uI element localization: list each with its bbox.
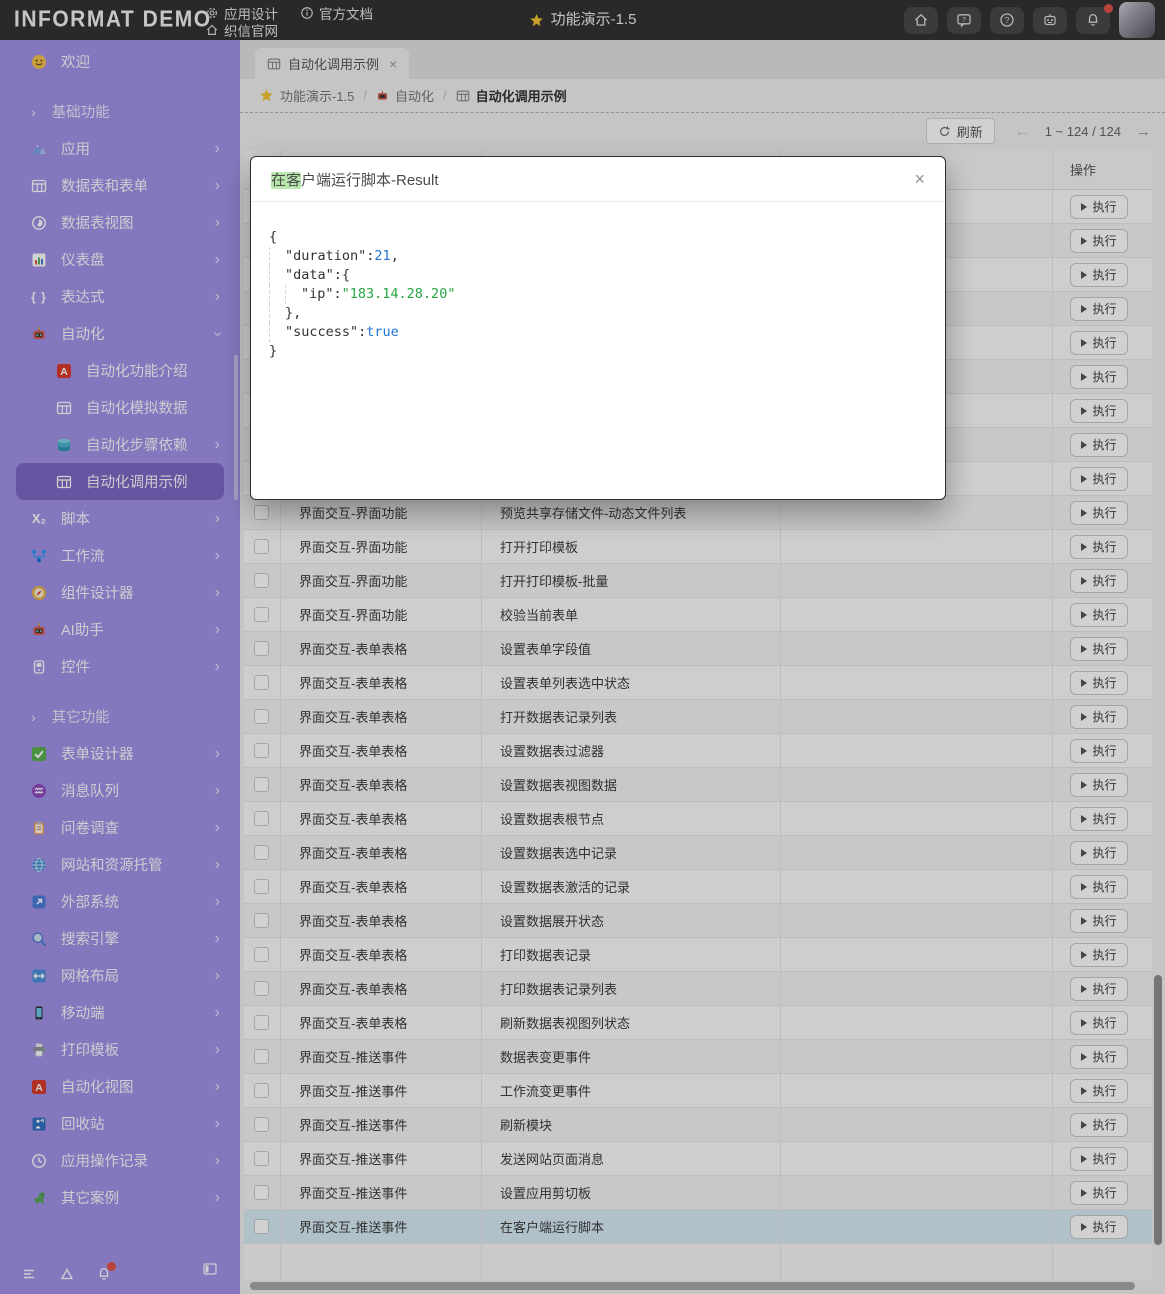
- code-token: {: [342, 267, 350, 283]
- indent-guide: [269, 266, 285, 285]
- code-token: ,: [293, 305, 301, 321]
- indent-guide: [269, 323, 285, 342]
- close-icon[interactable]: ×: [914, 170, 925, 188]
- code-token: "ip": [301, 286, 334, 302]
- code-token: ,: [391, 248, 399, 264]
- code-token: "success": [285, 324, 358, 340]
- code-token: {: [269, 229, 277, 245]
- code-token: "duration": [285, 248, 366, 264]
- highlighted-text: 在客: [271, 172, 301, 189]
- code-token: }: [285, 305, 293, 321]
- indent-guide: [285, 285, 301, 304]
- modal-title: 在客户端运行脚本-Result: [271, 169, 439, 190]
- code-token: :: [334, 286, 342, 302]
- modal-header: 在客户端运行脚本-Result ×: [251, 157, 945, 202]
- code-line: {: [269, 228, 927, 247]
- indent-guide: [269, 285, 285, 304]
- code-line: "data":{: [269, 266, 927, 285]
- code-token: true: [366, 324, 399, 340]
- script-result-modal: 在客户端运行脚本-Result × {"duration":21,"data":…: [250, 156, 946, 500]
- indent-guide: [269, 304, 285, 323]
- code-line: "ip":"183.14.28.20": [269, 285, 927, 304]
- indent-guide: [269, 247, 285, 266]
- code-token: "data": [285, 267, 334, 283]
- code-line: },: [269, 304, 927, 323]
- code-token: }: [269, 343, 277, 359]
- code-line: }: [269, 342, 927, 361]
- code-token: :: [334, 267, 342, 283]
- code-line: "success":true: [269, 323, 927, 342]
- json-result-viewer: {"duration":21,"data":{"ip":"183.14.28.2…: [251, 202, 945, 387]
- code-token: "183.14.28.20": [342, 286, 456, 302]
- code-token: 21: [374, 248, 390, 264]
- code-line: "duration":21,: [269, 247, 927, 266]
